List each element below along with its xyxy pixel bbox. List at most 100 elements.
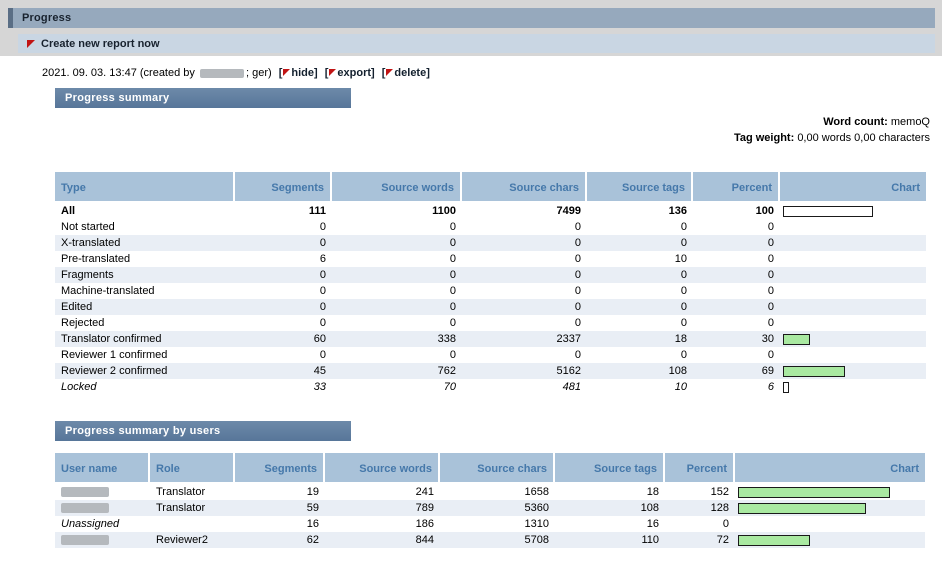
percent-cell: 128 xyxy=(665,500,735,516)
source-tags-cell: 0 xyxy=(587,267,693,283)
source-words-cell: 0 xyxy=(332,315,462,331)
progress-bar-green xyxy=(738,535,810,546)
source-words-cell: 0 xyxy=(332,219,462,235)
user-name-cell: Unassigned xyxy=(55,516,150,532)
source-words-cell: 1100 xyxy=(332,203,462,219)
percent-cell: 0 xyxy=(693,299,780,315)
source-chars-cell: 5708 xyxy=(440,532,555,548)
source-chars-cell: 0 xyxy=(462,267,587,283)
section-title: Progress summary xyxy=(65,92,169,104)
source-chars-cell: 0 xyxy=(462,315,587,331)
type-cell: All xyxy=(55,203,235,219)
segments-cell: 45 xyxy=(235,363,332,379)
source-words-cell: 0 xyxy=(332,283,462,299)
segments-cell: 19 xyxy=(235,484,325,500)
chart-cell xyxy=(735,516,925,532)
word-count-value: memoQ xyxy=(891,116,930,128)
column-header-role: Role xyxy=(150,453,235,484)
create-new-report-link[interactable]: Create new report now xyxy=(18,34,935,53)
user-name-cell xyxy=(55,500,150,516)
source-tags-cell: 10 xyxy=(587,379,693,395)
source-words-cell: 762 xyxy=(332,363,462,379)
export-link[interactable]: [export] xyxy=(325,67,375,79)
segments-cell: 111 xyxy=(235,203,332,219)
summary-row: Reviewer 1 confirmed00000 xyxy=(55,347,926,363)
column-header-segments: Segments xyxy=(235,172,332,203)
role-cell: Reviewer2 xyxy=(150,532,235,548)
progress-bar-green xyxy=(738,503,866,514)
source-words-cell: 338 xyxy=(332,331,462,347)
summary-row: Rejected00000 xyxy=(55,315,926,331)
progress-report-page: Progress Create new report now 2021. 09.… xyxy=(0,0,942,567)
source-chars-cell: 0 xyxy=(462,299,587,315)
source-words-cell: 844 xyxy=(325,532,440,548)
type-cell: Not started xyxy=(55,219,235,235)
report-actions: [hide] [export] [delete] xyxy=(275,67,430,79)
source-chars-cell: 2337 xyxy=(462,331,587,347)
column-header-percent: Percent xyxy=(693,172,780,203)
percent-cell: 6 xyxy=(693,379,780,395)
progress-bar-outline xyxy=(783,382,789,393)
chart-cell xyxy=(780,299,926,315)
source-words-cell: 241 xyxy=(325,484,440,500)
progress-bar-outline xyxy=(783,206,873,217)
source-chars-cell: 0 xyxy=(462,283,587,299)
redacted-creator-name xyxy=(200,69,244,78)
chart-cell xyxy=(780,235,926,251)
user-row: Translator19241165818152 xyxy=(55,484,925,500)
source-tags-cell: 110 xyxy=(555,532,665,548)
red-flag-icon xyxy=(27,40,35,48)
users-header-row: User nameRoleSegmentsSource wordsSource … xyxy=(55,453,925,484)
word-count-label: Word count: xyxy=(823,116,888,128)
source-tags-cell: 0 xyxy=(587,219,693,235)
segments-cell: 0 xyxy=(235,219,332,235)
progress-bar-green xyxy=(738,487,890,498)
type-cell: Reviewer 1 confirmed xyxy=(55,347,235,363)
source-tags-cell: 0 xyxy=(587,283,693,299)
chart-cell xyxy=(780,331,926,347)
source-words-cell: 0 xyxy=(332,267,462,283)
percent-cell: 0 xyxy=(693,251,780,267)
chart-cell xyxy=(780,363,926,379)
red-triangle-icon xyxy=(283,69,290,76)
source-chars-cell: 481 xyxy=(462,379,587,395)
type-cell: Edited xyxy=(55,299,235,315)
segments-cell: 6 xyxy=(235,251,332,267)
column-header-source-tags: Source tags xyxy=(555,453,665,484)
column-header-source-chars: Source chars xyxy=(462,172,587,203)
segments-cell: 0 xyxy=(235,315,332,331)
user-row: Translator597895360108128 xyxy=(55,500,925,516)
role-cell: Translator xyxy=(150,484,235,500)
source-words-cell: 0 xyxy=(332,299,462,315)
segments-cell: 0 xyxy=(235,347,332,363)
users-table-body: Translator19241165818152Translator597895… xyxy=(55,484,925,548)
column-header-source-words: Source words xyxy=(325,453,440,484)
red-triangle-icon xyxy=(329,69,336,76)
column-header-percent: Percent xyxy=(665,453,735,484)
red-triangle-icon xyxy=(386,69,393,76)
percent-cell: 0 xyxy=(693,347,780,363)
tag-weight-label: Tag weight: xyxy=(734,132,794,144)
source-words-cell: 0 xyxy=(332,235,462,251)
tag-weight-value: 0,00 words 0,00 characters xyxy=(797,132,930,144)
top-strip: Progress Create new report now xyxy=(0,0,942,53)
role-cell xyxy=(150,516,235,532)
source-tags-cell: 0 xyxy=(587,235,693,251)
column-header-source-tags: Source tags xyxy=(587,172,693,203)
source-words-cell: 186 xyxy=(325,516,440,532)
chart-cell xyxy=(735,532,925,548)
hide-link[interactable]: [hide] xyxy=(279,67,318,79)
redacted-user-name xyxy=(61,503,109,513)
delete-link[interactable]: [delete] xyxy=(382,67,430,79)
source-tags-cell: 18 xyxy=(555,484,665,500)
percent-cell: 0 xyxy=(693,235,780,251)
source-tags-cell: 16 xyxy=(555,516,665,532)
chart-cell xyxy=(735,500,925,516)
segments-cell: 0 xyxy=(235,299,332,315)
source-chars-cell: 0 xyxy=(462,219,587,235)
column-header-source-chars: Source chars xyxy=(440,453,555,484)
source-chars-cell: 5360 xyxy=(440,500,555,516)
segments-cell: 0 xyxy=(235,267,332,283)
user-row: Unassigned161861310160 xyxy=(55,516,925,532)
type-cell: Rejected xyxy=(55,315,235,331)
